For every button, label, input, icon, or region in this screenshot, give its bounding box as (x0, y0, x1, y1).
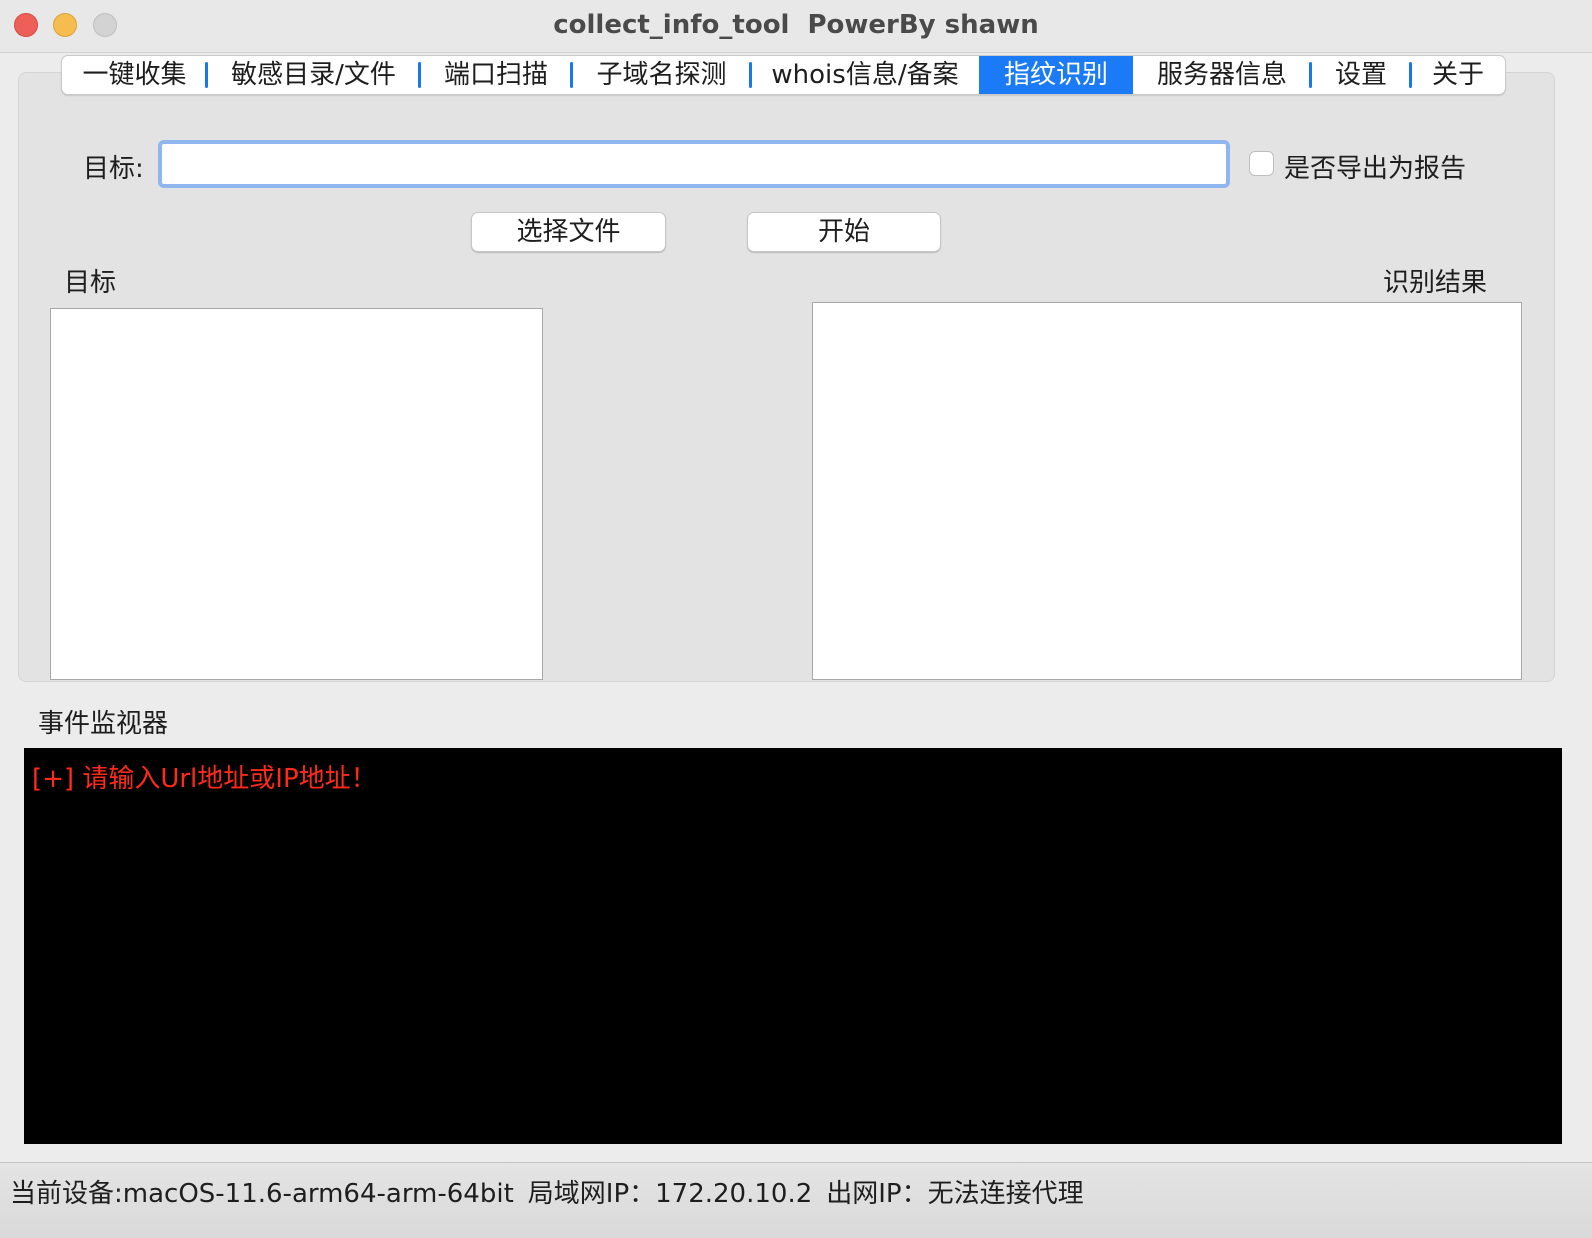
app-window: collect_info_tool PowerBy shawn 一键收集 敏感目录… (0, 0, 1592, 1238)
window-title: collect_info_tool PowerBy shawn (0, 0, 1592, 52)
status-text: 当前设备:macOS-11.6-arm64-arm-64bit 局域网IP：172… (10, 1173, 1098, 1210)
export-report-label: 是否导出为报告 (1284, 154, 1467, 184)
tab-fingerprint[interactable]: 指纹识别 (979, 56, 1133, 94)
target-field-label: 目标: (83, 154, 144, 184)
event-monitor-console[interactable]: [+] 请输入Url地址或IP地址！ (24, 748, 1562, 1144)
tab-port-scan[interactable]: 端口扫描 (420, 56, 573, 94)
status-device: 当前设备:macOS-11.6-arm64-arm-64bit (10, 1179, 514, 1209)
window-title-app: collect_info_tool (553, 10, 790, 40)
title-bar: collect_info_tool PowerBy shawn (0, 0, 1592, 53)
window-title-power: PowerBy shawn (807, 10, 1039, 40)
start-button[interactable]: 开始 (747, 212, 941, 252)
results-list[interactable] (812, 302, 1522, 680)
targets-list-header: 目标 (64, 268, 117, 298)
tab-settings[interactable]: 设置 (1311, 56, 1412, 94)
status-lan-ip: 局域网IP：172.20.10.2 (527, 1179, 813, 1209)
tab-about[interactable]: 关于 (1411, 56, 1505, 94)
event-monitor-header: 事件监视器 (38, 709, 169, 739)
choose-file-button[interactable]: 选择文件 (471, 212, 666, 252)
export-report-checkbox[interactable] (1249, 151, 1274, 176)
tab-sensitive-dirs[interactable]: 敏感目录/文件 (207, 56, 421, 94)
tab-bar: 一键收集 敏感目录/文件 端口扫描 子域名探测 whois信息/备案 指纹识别 … (61, 55, 1506, 95)
tab-subdomain[interactable]: 子域名探测 (572, 56, 752, 94)
tab-whois[interactable]: whois信息/备案 (751, 56, 979, 94)
target-input[interactable] (158, 140, 1230, 188)
results-list-header: 识别结果 (1383, 268, 1488, 298)
tab-one-click-collect[interactable]: 一键收集 (62, 56, 208, 94)
status-wan-ip: 出网IP：无法连接代理 (826, 1179, 1084, 1209)
targets-list[interactable] (50, 308, 543, 680)
console-line: [+] 请输入Url地址或IP地址！ (32, 764, 377, 794)
status-bar: 当前设备:macOS-11.6-arm64-arm-64bit 局域网IP：172… (0, 1162, 1592, 1238)
tab-server-info[interactable]: 服务器信息 (1133, 56, 1312, 94)
